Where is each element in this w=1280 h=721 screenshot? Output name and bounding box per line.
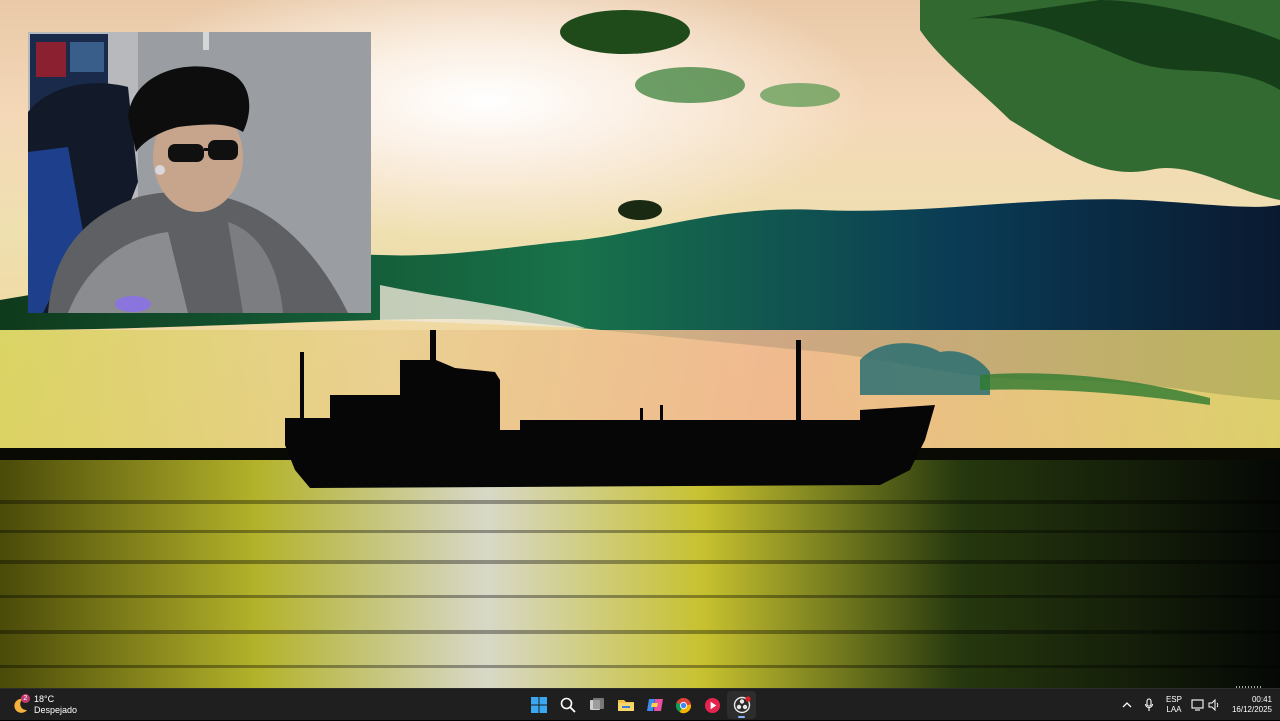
show-hidden-icons-button[interactable] [1116, 691, 1138, 719]
copilot-icon [646, 699, 663, 711]
clock-button[interactable]: 00:41 16/12/2025 [1224, 691, 1272, 719]
windows-icon [530, 697, 547, 713]
task-view-icon [589, 698, 604, 710]
taskbar: 2 18°C Despejado ESP LAA 00:41 16/12/202… [0, 686, 1280, 721]
taskbar-apps [524, 689, 756, 721]
folder-icon [617, 700, 634, 711]
microphone-icon [1144, 698, 1153, 711]
obs-button[interactable] [727, 691, 756, 719]
language-code: ESP [1165, 695, 1182, 704]
obs-icon [733, 696, 751, 714]
quick-settings-button[interactable] [1188, 691, 1224, 719]
file-explorer-button[interactable] [611, 691, 640, 719]
weather-temperature: 18°C [34, 694, 55, 704]
clock-date: 16/12/2025 [1231, 705, 1272, 714]
moon-weather-icon: 2 [12, 694, 30, 714]
webcam-overlay [28, 32, 371, 313]
volume-icon [1208, 699, 1219, 711]
network-icon [1191, 699, 1204, 711]
chevron-up-icon [1122, 702, 1132, 708]
weather-widget[interactable]: 2 18°C Despejado [12, 693, 77, 717]
weather-condition: Despejado [34, 705, 78, 715]
start-button[interactable] [524, 691, 553, 719]
chrome-icon [675, 697, 692, 713]
keyboard-layout: LAA [1166, 705, 1182, 714]
clock-time: 00:41 [1251, 695, 1272, 704]
system-tray: ESP LAA 00:41 16/12/2025 [1116, 689, 1272, 721]
weather-badge: 2 [21, 694, 30, 703]
play-icon [704, 697, 721, 713]
search-button[interactable] [553, 691, 582, 719]
language-switcher[interactable]: ESP LAA [1160, 691, 1188, 719]
chrome-button[interactable] [669, 691, 698, 719]
microphone-button[interactable] [1138, 691, 1160, 719]
media-player-button[interactable] [698, 691, 727, 719]
streamer-camera-feed [28, 32, 371, 313]
show-desktop-grip[interactable] [1236, 686, 1262, 688]
search-icon [560, 697, 576, 713]
task-view-button[interactable] [582, 691, 611, 719]
copilot-button[interactable] [640, 691, 669, 719]
